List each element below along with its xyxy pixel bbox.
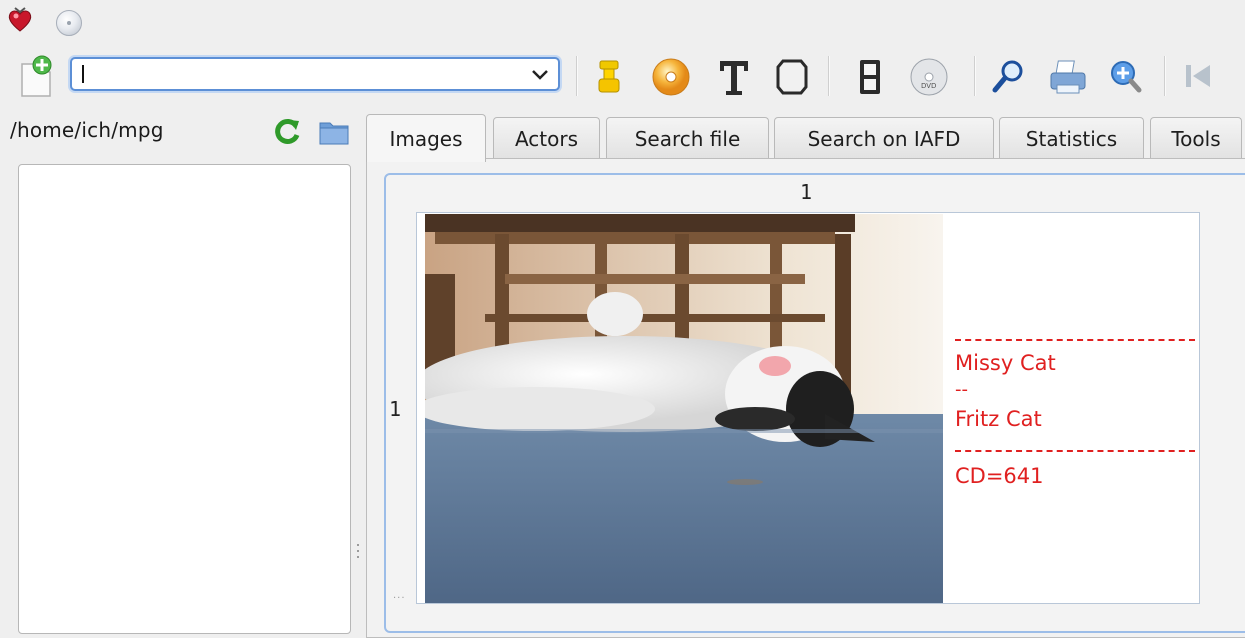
tab-search-iafd[interactable]: Search on IAFD [774, 117, 994, 159]
tab-images[interactable]: Images [366, 114, 486, 162]
toolbar-separator [828, 56, 830, 96]
text-T-icon[interactable] [712, 54, 756, 100]
add-document-icon[interactable] [16, 54, 58, 100]
folder-icon[interactable] [318, 118, 350, 146]
tab-search-file[interactable]: Search file [606, 117, 769, 159]
frame-icon[interactable] [770, 54, 814, 100]
separator-line [955, 450, 1195, 452]
actor-separator: -- [955, 379, 968, 400]
cd-disc-icon[interactable] [649, 54, 693, 100]
grid-corner: ... [393, 590, 406, 601]
first-page-icon[interactable] [1176, 54, 1220, 100]
svg-text:DVD: DVD [921, 82, 936, 90]
tab-label: Search on IAFD [807, 126, 961, 151]
disc-small-icon[interactable] [56, 10, 82, 36]
toolbar-separator [1164, 56, 1166, 96]
app-heart-icon [6, 6, 34, 34]
splitter-handle[interactable] [355, 540, 361, 580]
tab-actors[interactable]: Actors [493, 117, 600, 159]
actor-name-1: Missy Cat [955, 351, 1056, 375]
actor-name-2: Fritz Cat [955, 407, 1042, 431]
path-combo-box[interactable] [70, 57, 560, 91]
toolbar-separator [974, 56, 976, 96]
cover-image[interactable] [425, 214, 943, 603]
tab-label: Search file [634, 126, 741, 151]
refresh-icon[interactable] [272, 117, 302, 147]
search-magnifier-icon[interactable] [986, 54, 1030, 100]
toolbar-separator [576, 56, 578, 96]
directory-list[interactable] [18, 164, 351, 634]
tab-label: Actors [514, 126, 579, 151]
cd-number: CD=641 [955, 464, 1044, 488]
actor-figure-icon[interactable] [587, 54, 631, 100]
chevron-down-icon[interactable] [530, 65, 550, 83]
tab-label: Tools [1171, 126, 1221, 151]
tab-tools[interactable]: Tools [1150, 117, 1242, 159]
text-cursor [82, 65, 84, 83]
separator-line [955, 339, 1195, 341]
tab-statistics[interactable]: Statistics [999, 117, 1144, 159]
path-input[interactable] [80, 63, 520, 85]
directory-path-label: /home/ich/mpg [10, 118, 164, 142]
column-header[interactable]: 1 [800, 180, 812, 204]
film-strip-icon[interactable] [848, 54, 892, 100]
zoom-in-icon[interactable] [1104, 54, 1148, 100]
row-header[interactable]: 1 [389, 397, 401, 421]
tab-label: Statistics [1025, 126, 1118, 151]
printer-icon[interactable] [1046, 54, 1090, 100]
dvd-disc-icon[interactable]: DVD [907, 54, 951, 100]
tab-label: Images [389, 126, 463, 151]
